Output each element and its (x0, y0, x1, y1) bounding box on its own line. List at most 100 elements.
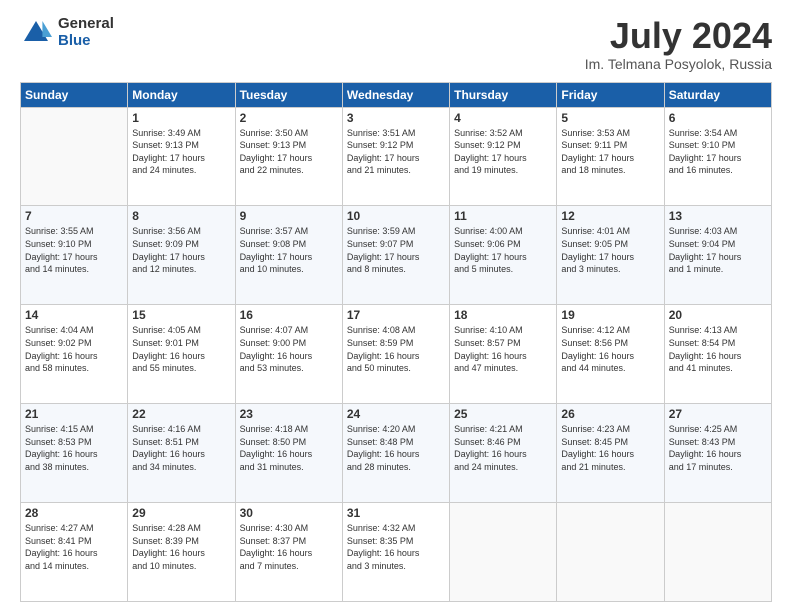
day-info: Sunrise: 3:57 AM Sunset: 9:08 PM Dayligh… (240, 225, 338, 275)
calendar-cell: 19 Sunrise: 4:12 AM Sunset: 8:56 PM Dayli… (557, 305, 664, 404)
week-row-4: 21 Sunrise: 4:15 AM Sunset: 8:53 PM Dayli… (21, 404, 772, 503)
calendar-cell: 21 Sunrise: 4:15 AM Sunset: 8:53 PM Dayli… (21, 404, 128, 503)
day-number: 28 (25, 506, 123, 520)
calendar-cell: 5 Sunrise: 3:53 AM Sunset: 9:11 PM Daylig… (557, 107, 664, 206)
col-header-tuesday: Tuesday (235, 82, 342, 107)
month-title: July 2024 (585, 16, 772, 56)
week-row-5: 28 Sunrise: 4:27 AM Sunset: 8:41 PM Dayli… (21, 503, 772, 602)
day-number: 15 (132, 308, 230, 322)
calendar-cell: 6 Sunrise: 3:54 AM Sunset: 9:10 PM Daylig… (664, 107, 771, 206)
title-block: July 2024 Im. Telmana Posyolok, Russia (585, 16, 772, 72)
calendar-cell: 2Sunrise: 3:50 AM Sunset: 9:13 PM Daylig… (235, 107, 342, 206)
day-number: 13 (669, 209, 767, 223)
day-info: Sunrise: 3:50 AM Sunset: 9:13 PM Dayligh… (240, 127, 338, 177)
day-number: 5 (561, 111, 659, 125)
calendar-cell: 3 Sunrise: 3:51 AM Sunset: 9:12 PM Daylig… (342, 107, 449, 206)
day-number: 18 (454, 308, 552, 322)
calendar-cell: 10Sunrise: 3:59 AM Sunset: 9:07 PM Dayli… (342, 206, 449, 305)
calendar-cell: 11 Sunrise: 4:00 AM Sunset: 9:06 PM Dayli… (450, 206, 557, 305)
day-info: Sunrise: 4:23 AM Sunset: 8:45 PM Dayligh… (561, 423, 659, 473)
day-number: 1 (132, 111, 230, 125)
calendar-cell: 25Sunrise: 4:21 AM Sunset: 8:46 PM Dayli… (450, 404, 557, 503)
day-info: Sunrise: 4:16 AM Sunset: 8:51 PM Dayligh… (132, 423, 230, 473)
logo-blue: Blue (58, 33, 114, 50)
calendar-cell: 28 Sunrise: 4:27 AM Sunset: 8:41 PM Dayli… (21, 503, 128, 602)
day-number: 11 (454, 209, 552, 223)
calendar-cell: 16 Sunrise: 4:07 AM Sunset: 9:00 PM Dayli… (235, 305, 342, 404)
day-info: Sunrise: 4:00 AM Sunset: 9:06 PM Dayligh… (454, 225, 552, 275)
calendar-cell: 9Sunrise: 3:57 AM Sunset: 9:08 PM Daylig… (235, 206, 342, 305)
day-number: 25 (454, 407, 552, 421)
day-info: Sunrise: 4:08 AM Sunset: 8:59 PM Dayligh… (347, 324, 445, 374)
calendar-cell (450, 503, 557, 602)
day-number: 3 (347, 111, 445, 125)
day-number: 7 (25, 209, 123, 223)
day-info: Sunrise: 4:18 AM Sunset: 8:50 PM Dayligh… (240, 423, 338, 473)
day-info: Sunrise: 4:04 AM Sunset: 9:02 PM Dayligh… (25, 324, 123, 374)
day-number: 31 (347, 506, 445, 520)
col-header-friday: Friday (557, 82, 664, 107)
day-number: 19 (561, 308, 659, 322)
calendar: SundayMondayTuesdayWednesdayThursdayFrid… (20, 82, 772, 602)
day-info: Sunrise: 4:28 AM Sunset: 8:39 PM Dayligh… (132, 522, 230, 572)
day-info: Sunrise: 3:51 AM Sunset: 9:12 PM Dayligh… (347, 127, 445, 177)
calendar-cell: 20 Sunrise: 4:13 AM Sunset: 8:54 PM Dayli… (664, 305, 771, 404)
day-info: Sunrise: 3:56 AM Sunset: 9:09 PM Dayligh… (132, 225, 230, 275)
day-info: Sunrise: 4:13 AM Sunset: 8:54 PM Dayligh… (669, 324, 767, 374)
day-info: Sunrise: 3:49 AM Sunset: 9:13 PM Dayligh… (132, 127, 230, 177)
calendar-cell: 22Sunrise: 4:16 AM Sunset: 8:51 PM Dayli… (128, 404, 235, 503)
day-info: Sunrise: 3:53 AM Sunset: 9:11 PM Dayligh… (561, 127, 659, 177)
calendar-cell: 23 Sunrise: 4:18 AM Sunset: 8:50 PM Dayli… (235, 404, 342, 503)
week-row-3: 14 Sunrise: 4:04 AM Sunset: 9:02 PM Dayli… (21, 305, 772, 404)
day-info: Sunrise: 3:59 AM Sunset: 9:07 PM Dayligh… (347, 225, 445, 275)
col-header-monday: Monday (128, 82, 235, 107)
day-info: Sunrise: 4:25 AM Sunset: 8:43 PM Dayligh… (669, 423, 767, 473)
col-header-thursday: Thursday (450, 82, 557, 107)
calendar-cell: 29 Sunrise: 4:28 AM Sunset: 8:39 PM Dayli… (128, 503, 235, 602)
calendar-cell: 1 Sunrise: 3:49 AM Sunset: 9:13 PM Daylig… (128, 107, 235, 206)
day-info: Sunrise: 4:07 AM Sunset: 9:00 PM Dayligh… (240, 324, 338, 374)
day-info: Sunrise: 4:15 AM Sunset: 8:53 PM Dayligh… (25, 423, 123, 473)
calendar-cell: 4Sunrise: 3:52 AM Sunset: 9:12 PM Daylig… (450, 107, 557, 206)
day-number: 14 (25, 308, 123, 322)
day-number: 21 (25, 407, 123, 421)
day-number: 29 (132, 506, 230, 520)
calendar-cell: 8 Sunrise: 3:56 AM Sunset: 9:09 PM Daylig… (128, 206, 235, 305)
day-number: 4 (454, 111, 552, 125)
logo-icon (20, 17, 52, 49)
day-info: Sunrise: 4:30 AM Sunset: 8:37 PM Dayligh… (240, 522, 338, 572)
col-header-sunday: Sunday (21, 82, 128, 107)
calendar-cell: 26Sunrise: 4:23 AM Sunset: 8:45 PM Dayli… (557, 404, 664, 503)
calendar-cell: 30 Sunrise: 4:30 AM Sunset: 8:37 PM Dayli… (235, 503, 342, 602)
day-number: 6 (669, 111, 767, 125)
day-info: Sunrise: 4:32 AM Sunset: 8:35 PM Dayligh… (347, 522, 445, 572)
col-header-saturday: Saturday (664, 82, 771, 107)
day-number: 16 (240, 308, 338, 322)
day-info: Sunrise: 4:01 AM Sunset: 9:05 PM Dayligh… (561, 225, 659, 275)
calendar-cell: 31 Sunrise: 4:32 AM Sunset: 8:35 PM Dayli… (342, 503, 449, 602)
calendar-cell: 12Sunrise: 4:01 AM Sunset: 9:05 PM Dayli… (557, 206, 664, 305)
week-row-1: 1 Sunrise: 3:49 AM Sunset: 9:13 PM Daylig… (21, 107, 772, 206)
day-info: Sunrise: 4:20 AM Sunset: 8:48 PM Dayligh… (347, 423, 445, 473)
day-info: Sunrise: 4:05 AM Sunset: 9:01 PM Dayligh… (132, 324, 230, 374)
calendar-cell: 13 Sunrise: 4:03 AM Sunset: 9:04 PM Dayli… (664, 206, 771, 305)
calendar-cell: 24Sunrise: 4:20 AM Sunset: 8:48 PM Dayli… (342, 404, 449, 503)
day-number: 20 (669, 308, 767, 322)
day-info: Sunrise: 4:03 AM Sunset: 9:04 PM Dayligh… (669, 225, 767, 275)
day-number: 17 (347, 308, 445, 322)
col-header-wednesday: Wednesday (342, 82, 449, 107)
day-number: 23 (240, 407, 338, 421)
calendar-cell (21, 107, 128, 206)
day-info: Sunrise: 3:54 AM Sunset: 9:10 PM Dayligh… (669, 127, 767, 177)
day-info: Sunrise: 3:55 AM Sunset: 9:10 PM Dayligh… (25, 225, 123, 275)
calendar-cell (557, 503, 664, 602)
calendar-header-row: SundayMondayTuesdayWednesdayThursdayFrid… (21, 82, 772, 107)
calendar-cell: 18Sunrise: 4:10 AM Sunset: 8:57 PM Dayli… (450, 305, 557, 404)
day-number: 30 (240, 506, 338, 520)
logo: General Blue (20, 16, 114, 49)
logo-text: General Blue (58, 16, 114, 49)
day-info: Sunrise: 4:27 AM Sunset: 8:41 PM Dayligh… (25, 522, 123, 572)
calendar-cell (664, 503, 771, 602)
day-info: Sunrise: 4:12 AM Sunset: 8:56 PM Dayligh… (561, 324, 659, 374)
day-number: 8 (132, 209, 230, 223)
